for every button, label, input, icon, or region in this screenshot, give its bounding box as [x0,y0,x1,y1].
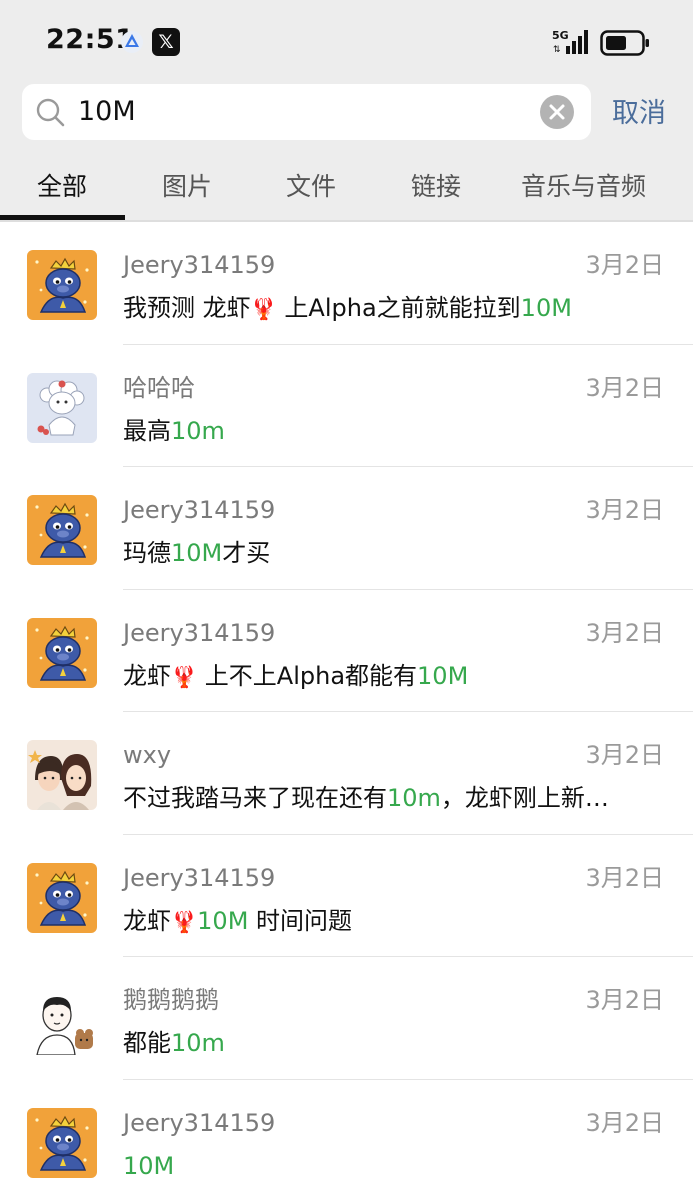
message-snippet: 10M [123,1148,643,1184]
message-text: ，龙虾刚上新… [440,784,609,812]
sender-name: wxy [123,741,172,769]
tiger-avatar[interactable] [27,862,97,933]
highlighted-match: 10M [417,661,469,690]
sender-name: 哈哈哈 [123,373,195,402]
result-item[interactable]: Jeery314159 3月2日玛德10M才买 [0,467,693,590]
message-snippet: 最高10m [123,413,643,449]
sender-name: Jeery314159 [123,863,276,892]
signal-icon: 5G ⇅ [552,29,588,55]
result-item[interactable]: 哈哈哈 3月2日最高10m [0,345,693,467]
lobster-emoji: 🦞 [250,297,277,321]
sender-name: Jeery314159 [123,251,276,279]
message-text: 上Alpha之前就能拉到 [276,294,521,322]
message-text: 都能 [123,1029,171,1057]
message-date: 3月2日 [585,986,664,1014]
svg-text:5G: 5G [552,29,569,42]
tab-files[interactable]: 文件 [286,170,336,204]
tiger-avatar[interactable] [27,250,97,320]
result-item[interactable]: Jeery314159 3月2日龙虾🦞 上不上Alpha都能有10M [0,590,693,712]
top-bar: 22:51 𝕏 5G ⇅ 10M 取消 全部 图片 文件 链接 音乐与音频 [0,0,693,222]
result-item[interactable]: Jeery314159 3月2日我预测 龙虾🦞 上Alpha之前就能拉到10M [0,222,693,345]
message-text: 时间问题 [248,906,353,935]
lobster-emoji: 🦞 [171,909,198,934]
message-date: 3月2日 [585,1108,664,1137]
highlighted-match: 10M [123,1151,175,1180]
sender-name: Jeery314159 [123,496,276,524]
message-text: 龙虾 [123,906,171,935]
result-item[interactable]: Jeery314159 3月2日 10M [0,1080,693,1199]
search-results-screen: 22:51 𝕏 5G ⇅ 10M 取消 全部 图片 文件 链接 音乐与音频 Je… [0,0,693,1199]
tiger-avatar[interactable] [27,495,97,565]
tab-links[interactable]: 链接 [411,170,461,204]
message-text: 玛德 [123,539,171,567]
message-snippet: 我预测 龙虾🦞 上Alpha之前就能拉到10M [123,290,643,327]
message-snippet: 龙虾🦞 上不上Alpha都能有10M [123,658,643,695]
message-date: 3月2日 [585,251,664,279]
message-date: 3月2日 [585,741,664,769]
search-query: 10M [78,96,136,127]
tab-all[interactable]: 全部 [37,170,87,204]
tiger-avatar[interactable] [27,1107,97,1178]
message-text: 才买 [222,539,271,567]
sheep-avatar[interactable] [27,372,97,443]
tab-music-audio[interactable]: 音乐与音频 [521,170,646,204]
sender-name: 鹅鹅鹅鹅 [123,986,219,1014]
clear-icon[interactable] [539,94,575,130]
app-a-icon [121,31,143,53]
result-item[interactable]: wxy 3月2日不过我踏马来了现在还有10m，龙虾刚上新… [0,712,693,835]
search-input[interactable]: 10M [22,84,591,140]
message-snippet: 都能10m [123,1025,643,1061]
result-item[interactable]: 鹅鹅鹅鹅 3月2日都能10m [0,957,693,1080]
highlighted-match: 10m [387,784,441,812]
result-item[interactable]: Jeery314159 3月2日龙虾🦞10M 时间问题 [0,835,693,957]
highlighted-match: 10m [171,1029,225,1057]
message-date: 3月2日 [585,496,664,524]
cancel-button[interactable]: 取消 [612,96,666,132]
tiger-avatar[interactable] [27,617,97,688]
message-snippet: 不过我踏马来了现在还有10m，龙虾刚上新… [123,780,643,816]
message-text: 不过我踏马来了现在还有 [123,784,387,812]
message-date: 3月2日 [585,863,664,892]
message-text: 上不上Alpha都能有 [197,661,418,690]
highlighted-match: 10M [520,294,572,322]
svg-text:⇅: ⇅ [553,45,561,55]
highlighted-match: 10M [197,906,249,935]
battery-icon [600,30,649,56]
lobster-emoji: 🦞 [171,664,198,689]
message-text: 我预测 龙虾 [123,294,251,322]
message-text: 最高 [123,416,171,445]
message-text: 龙虾 [123,661,171,690]
search-icon [36,98,65,127]
filter-tabs: 全部 图片 文件 链接 音乐与音频 [0,160,693,218]
x-app-icon: 𝕏 [152,28,180,56]
sender-name: Jeery314159 [123,618,276,647]
couple-avatar[interactable] [27,740,97,810]
tab-images[interactable]: 图片 [162,170,212,204]
highlighted-match: 10m [171,416,225,445]
highlighted-match: 10M [171,539,223,567]
message-snippet: 玛德10M才买 [123,535,643,571]
message-date: 3月2日 [585,373,664,402]
message-snippet: 龙虾🦞10M 时间问题 [123,903,643,940]
sender-name: Jeery314159 [123,1108,276,1137]
results-list: Jeery314159 3月2日 我预测 龙虾🦞 上Alpha之前就能拉到10M 哈… [0,222,693,1199]
message-date: 3月2日 [585,618,664,647]
cartoon-man-avatar[interactable] [27,985,97,1055]
